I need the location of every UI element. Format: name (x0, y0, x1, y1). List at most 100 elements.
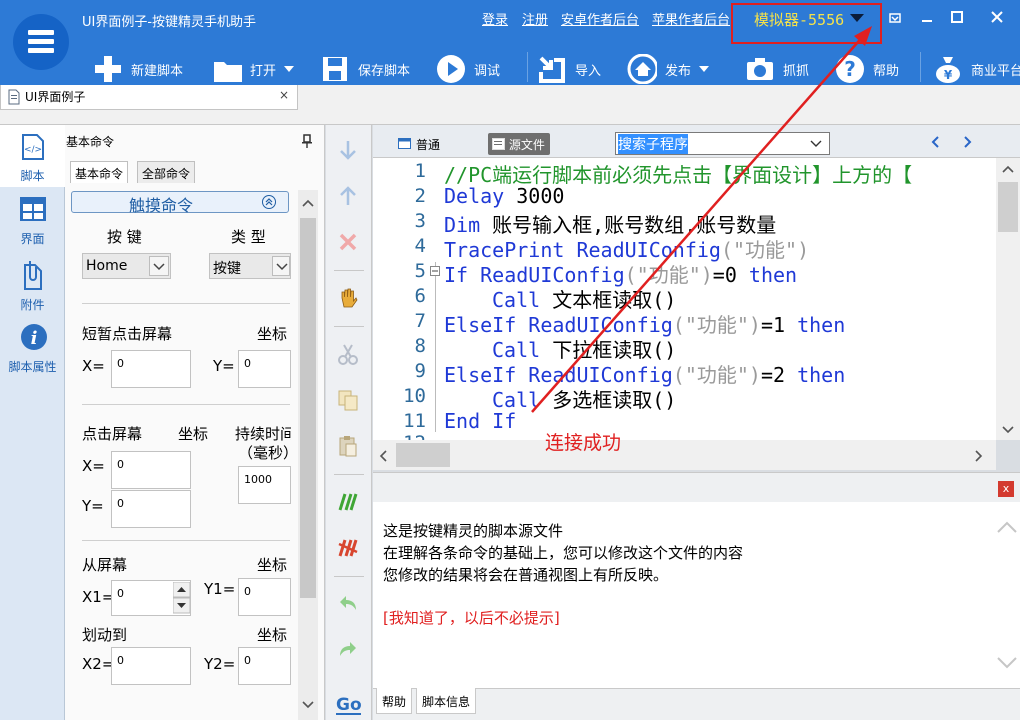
svg-text:Go: Go (336, 695, 362, 715)
script-file-icon: </> (22, 134, 44, 160)
chevron-right-icon[interactable] (960, 135, 974, 149)
uncomment-icon[interactable] (336, 536, 360, 560)
document-tab-label: UI界面例子 (25, 90, 86, 104)
paste-icon[interactable] (336, 434, 360, 458)
scrollbar-thumb[interactable] (998, 182, 1018, 232)
swipe-y1-input[interactable]: 0 (238, 578, 291, 616)
chevron-down-icon[interactable] (272, 256, 290, 276)
divider (334, 576, 364, 577)
cut-icon[interactable] (336, 342, 360, 366)
help-panel-header (373, 472, 1020, 502)
type-select[interactable]: 按键 (209, 253, 291, 279)
nav-item-layout[interactable]: 界面 (0, 190, 65, 252)
main-menu-button[interactable] (13, 14, 69, 70)
nav-item-attachment[interactable]: 附件 (0, 256, 65, 318)
hand-icon[interactable] (336, 286, 360, 310)
coord-label: 坐标 (257, 556, 288, 574)
window-title: UI界面例子-按键精灵手机助手 (82, 15, 257, 30)
chevron-right-icon[interactable] (974, 449, 984, 463)
chevron-down-icon[interactable] (284, 66, 295, 72)
y2-label: Y2= (204, 655, 236, 673)
normal-view-tab[interactable]: 普通 (416, 136, 440, 153)
nav-label-script-properties: 脚本属性 (8, 360, 57, 374)
chevron-up-icon[interactable] (301, 198, 315, 208)
click-x-input[interactable]: 0 (111, 451, 191, 489)
tap-x-input[interactable]: 0 (111, 350, 191, 388)
divider (82, 540, 290, 541)
chevron-left-icon[interactable] (929, 135, 943, 149)
dismiss-tip-link[interactable]: [我知道了，以后不必提示] (383, 607, 560, 628)
comment-icon[interactable] (336, 490, 360, 514)
close-tab-icon[interactable]: × (279, 88, 289, 102)
nav-label-attachment: 附件 (20, 298, 45, 312)
scrollbar-thumb[interactable] (396, 443, 450, 467)
key-select[interactable]: Home (82, 253, 171, 279)
pin-icon[interactable] (302, 134, 312, 148)
play-icon (437, 55, 465, 83)
swipe-y2-input[interactable]: 0 (238, 647, 291, 685)
redo-icon[interactable] (336, 638, 360, 662)
chevron-down-icon[interactable] (1001, 425, 1015, 435)
chevron-up-icon[interactable] (1001, 164, 1015, 174)
login-link[interactable]: 登录 (482, 9, 508, 28)
tab-all-commands[interactable]: 全部命令 (137, 161, 196, 183)
tap-y-input[interactable]: 0 (238, 350, 291, 388)
source-file-icon (492, 138, 505, 150)
scrollbar-thumb[interactable] (300, 218, 316, 598)
code-token: Delay (444, 184, 505, 208)
plus-icon (95, 56, 121, 82)
debug-button[interactable]: 调试 (436, 52, 500, 86)
svg-text:</>: </> (24, 145, 42, 155)
undo-icon[interactable] (336, 592, 360, 616)
chevron-down-icon[interactable] (149, 256, 169, 276)
line-number: 1 (414, 160, 426, 182)
nav-item-script[interactable]: </> 脚本 (0, 125, 65, 187)
move-down-icon[interactable] (336, 138, 360, 162)
tab-basic-commands[interactable]: 基本命令 (70, 161, 129, 183)
code-horizontal-scrollbar[interactable] (373, 440, 996, 470)
tab-script-info[interactable]: 脚本信息 (416, 688, 477, 714)
minimize-icon[interactable] (914, 6, 940, 28)
window-menu-icon[interactable] (882, 6, 908, 28)
line-number: 4 (414, 235, 426, 257)
from-screen-label: 从屏幕 (82, 556, 128, 574)
line-number: 11 (403, 410, 426, 432)
click-y-input[interactable]: 0 (111, 490, 191, 528)
maximize-icon[interactable] (944, 6, 970, 28)
copy-icon[interactable] (336, 388, 360, 412)
save-script-button[interactable]: 保存脚本 (320, 52, 410, 86)
chevron-down-icon[interactable] (301, 700, 315, 710)
line-number: 6 (414, 285, 426, 307)
open-button[interactable]: 打开 (212, 52, 295, 86)
go-icon[interactable]: Go (334, 692, 364, 716)
edit-toolbar (326, 125, 372, 720)
business-platform-button[interactable]: ¥ 商业平台 (933, 52, 1020, 86)
business-platform-label: 商业平台 (971, 63, 1020, 79)
coord-label: 坐标 (257, 325, 288, 343)
swipe-x2-input[interactable]: 0 (111, 647, 191, 685)
close-icon[interactable]: x (998, 481, 1014, 497)
stepper-icon[interactable] (173, 582, 190, 614)
tab-help[interactable]: 帮助 (376, 688, 413, 714)
new-script-button[interactable]: 新建脚本 (93, 52, 183, 86)
fold-collapse-icon[interactable] (430, 266, 440, 276)
divider (334, 270, 364, 271)
delete-icon[interactable] (336, 230, 360, 254)
attachment-icon (24, 261, 42, 290)
collapse-up-icon[interactable] (262, 195, 276, 209)
duration-unit-label: （毫秒） (238, 444, 299, 462)
chevron-left-icon[interactable] (378, 449, 388, 463)
move-up-icon[interactable] (336, 184, 360, 208)
scroll-up-icon[interactable] (996, 520, 1018, 534)
line-number: 10 (403, 385, 426, 407)
annotation-arrow (531, 26, 872, 413)
nav-label-layout: 界面 (20, 232, 45, 246)
nav-item-script-properties[interactable]: i 脚本属性 (0, 321, 65, 383)
x2-label: X2= (82, 655, 115, 673)
ribbon-divider (920, 52, 921, 82)
scroll-down-icon[interactable] (996, 656, 1018, 670)
close-icon[interactable] (984, 6, 1010, 28)
nav-label-script: 脚本 (20, 169, 45, 183)
coord-label: 坐标 (178, 425, 209, 443)
duration-input[interactable]: 1000 (238, 466, 291, 504)
